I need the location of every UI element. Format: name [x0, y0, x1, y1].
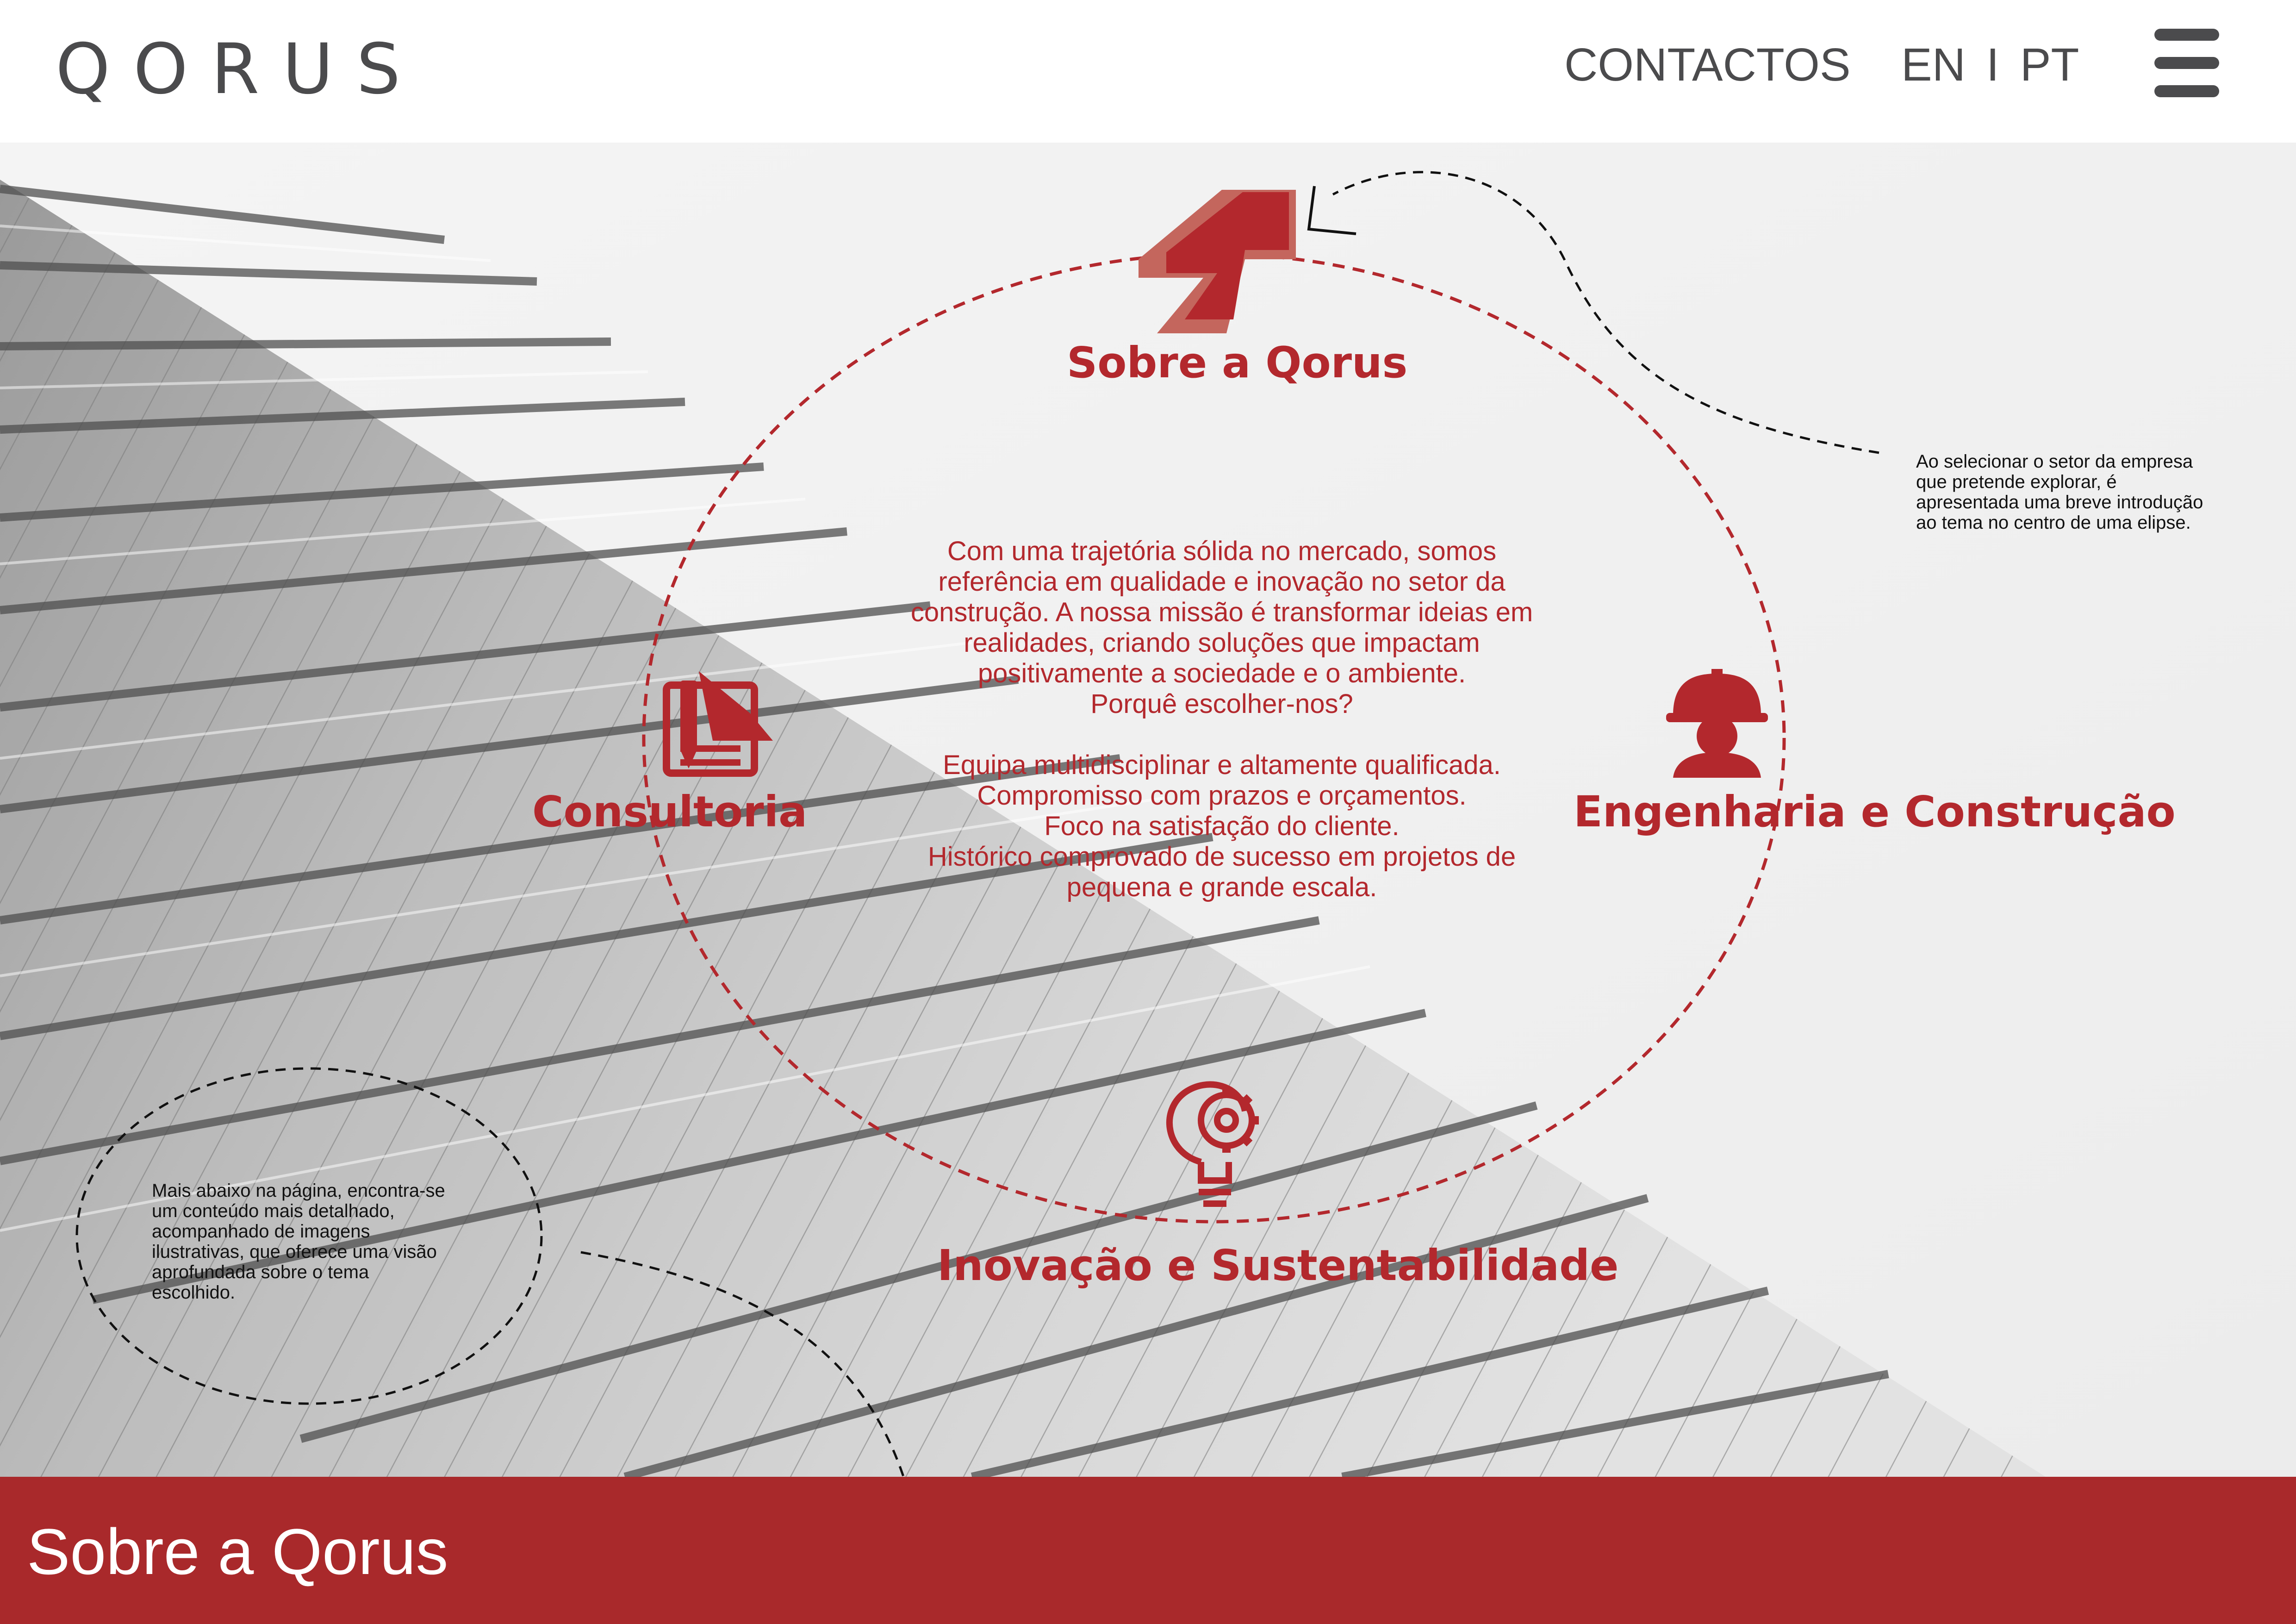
intro-line: positivamente a sociedade e o ambiente.	[977, 658, 1466, 688]
section-title-band: Sobre a Qorus	[0, 1477, 2296, 1624]
intro-line: referência em qualidade e inovação no se…	[938, 567, 1506, 597]
intro-question: Porquê escolher-nos?	[1090, 689, 1353, 719]
point-line: Histórico comprovado de sucesso em proje…	[927, 842, 1516, 872]
section-title: Sobre a Qorus	[27, 1515, 448, 1588]
point-line: pequena e grande escala.	[1066, 872, 1377, 902]
arrow-up-right-logo-icon[interactable]	[1139, 190, 1296, 333]
annotation-note-bottom-left: Mais abaixo na página, encontra-se um co…	[152, 1181, 445, 1303]
annotation-arrow-top	[1332, 171, 1879, 454]
intro-line: construção. A nossa missão é transformar…	[910, 597, 1533, 627]
sector-innovation-label[interactable]: Inovação e Sustentabilidade	[937, 1241, 1618, 1290]
sector-engineering-label[interactable]: Engenharia e Construção	[1574, 787, 2176, 837]
arrow-head-top	[1307, 186, 1356, 235]
document-pencil-icon[interactable]	[663, 671, 773, 777]
annotation-note-top-right: Ao selecionar o setor da empresa que pre…	[1916, 451, 2203, 533]
point-line: Equipa multidisciplinar e altamente qual…	[943, 750, 1501, 780]
construction-worker-icon[interactable]	[1666, 669, 1768, 778]
sector-about-label[interactable]: Sobre a Qorus	[1067, 338, 1407, 387]
lightbulb-gear-icon[interactable]	[1166, 1081, 1259, 1207]
sector-consulting-label[interactable]: Consultoria	[532, 787, 807, 837]
point-line: Foco na satisfação do cliente.	[1044, 811, 1400, 841]
point-line: Compromisso com prazos e orçamentos.	[977, 781, 1467, 811]
sector-intro-text: Com uma trajetória sólida no mercado, so…	[870, 536, 1574, 903]
intro-line: realidades, criando soluções que impacta…	[964, 628, 1480, 658]
intro-line: Com uma trajetória sólida no mercado, so…	[947, 536, 1497, 566]
annotation-arrow-bottom	[580, 1251, 913, 1505]
